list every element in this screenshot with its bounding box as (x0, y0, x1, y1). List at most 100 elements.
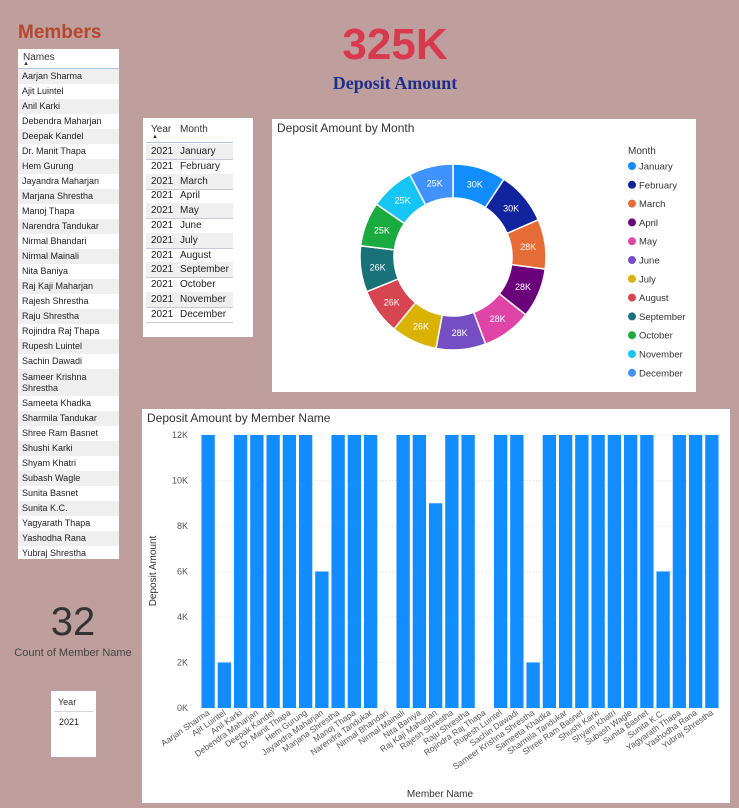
bar[interactable] (282, 435, 297, 708)
bar[interactable] (217, 662, 232, 709)
year-month-row[interactable]: 2021 July (146, 232, 233, 249)
legend-marker (628, 218, 636, 227)
bar[interactable] (412, 435, 427, 708)
legend-item-november[interactable]: November (639, 350, 683, 361)
bar[interactable] (363, 435, 378, 708)
legend-item-july[interactable]: July (639, 274, 656, 285)
bar[interactable] (542, 435, 557, 708)
member-row[interactable]: Deepak Kandel (18, 129, 119, 144)
bar[interactable] (623, 435, 638, 708)
member-row[interactable]: Sachin Dawadi (18, 354, 119, 369)
sort-ascending-icon[interactable]: ▲ (152, 134, 158, 140)
bar[interactable] (493, 435, 508, 708)
bar[interactable] (298, 435, 313, 708)
member-row[interactable]: Rupesh Luintel (18, 339, 119, 354)
year-month-row[interactable]: 2021 September (146, 262, 233, 279)
bar[interactable] (656, 571, 670, 709)
year-month-row[interactable]: 2021 April (146, 188, 233, 205)
legend-item-february[interactable]: February (639, 180, 677, 191)
member-row[interactable]: Subash Wagle (18, 471, 119, 486)
member-row[interactable]: Sameeta Khadka (18, 396, 119, 411)
member-row[interactable]: Ajit Luintel (18, 84, 119, 99)
legend-item-august[interactable]: August (639, 293, 669, 304)
bar[interactable] (705, 435, 719, 708)
bar[interactable] (347, 435, 362, 708)
member-row[interactable]: Sunita Basnet (18, 486, 119, 501)
legend-item-april[interactable]: April (639, 218, 658, 229)
member-row[interactable]: Marjana Shrestha (18, 189, 119, 204)
member-row[interactable]: Shushi Karki (18, 441, 119, 456)
member-row[interactable]: Yashodha Rana (18, 531, 119, 546)
bar[interactable] (510, 435, 524, 708)
member-row[interactable]: Yubraj Shrestha (18, 546, 119, 561)
member-row[interactable]: Rajesh Shrestha (18, 294, 119, 309)
legend-item-may[interactable]: May (639, 237, 657, 248)
legend-item-march[interactable]: March (639, 199, 665, 210)
bar[interactable] (250, 435, 264, 708)
bar[interactable] (640, 435, 654, 708)
year-month-row[interactable]: 2021 February (146, 159, 233, 175)
year-month-row[interactable]: 2021 June (146, 218, 233, 234)
slice-data-label: 28K (515, 282, 531, 292)
bar[interactable] (461, 435, 475, 708)
legend-item-january[interactable]: January (639, 162, 673, 173)
member-row[interactable]: Sameer Krishna Shrestha (18, 369, 119, 396)
year-month-row[interactable]: 2021 January (146, 144, 233, 160)
member-row[interactable]: Sharmila Tandukar (18, 411, 119, 426)
legend-marker (628, 312, 636, 321)
bar[interactable] (396, 435, 410, 708)
sort-ascending-icon[interactable]: ▲ (23, 61, 29, 67)
bar[interactable] (688, 435, 703, 708)
names-column-header[interactable]: Names ▲ (18, 49, 119, 69)
member-row[interactable]: Dr. Manit Thapa (18, 144, 119, 159)
member-row[interactable]: Jayandra Maharjan (18, 174, 119, 189)
bar[interactable] (558, 435, 573, 708)
member-row[interactable]: Hem Gurung (18, 159, 119, 174)
bar[interactable] (445, 435, 459, 708)
bar[interactable] (672, 435, 687, 708)
bar[interactable] (266, 435, 280, 708)
bar[interactable] (526, 662, 540, 709)
member-row[interactable]: Narendra Tandukar (18, 219, 119, 234)
member-count-value: 32 (50, 600, 96, 644)
member-row[interactable]: Sunita K.C. (18, 501, 119, 516)
members-title: Members (18, 22, 102, 43)
member-row[interactable]: Nita Baniya (18, 264, 119, 279)
bar[interactable] (201, 435, 215, 708)
legend-marker (628, 293, 636, 302)
member-row[interactable]: Shree Ram Basnet (18, 426, 119, 441)
year-month-row[interactable]: 2021 December (146, 307, 233, 323)
year-slicer-option[interactable]: 2021 (59, 717, 79, 727)
member-row[interactable]: Debendra Maharjan (18, 114, 119, 129)
legend-item-june[interactable]: June (639, 256, 660, 267)
member-row[interactable]: Manoj Thapa (18, 204, 119, 219)
bar[interactable] (315, 571, 329, 709)
donut-chart-card: Deposit Amount by Month 30K 30K 28K 28K 28K 2… (272, 119, 696, 392)
member-row[interactable]: Aarjan Sharma (18, 69, 119, 84)
legend-item-september[interactable]: September (639, 312, 685, 323)
year-month-row[interactable]: 2021 March (146, 173, 233, 190)
year-cell: 2021 (151, 160, 174, 172)
member-row[interactable]: Raju Shrestha (18, 309, 119, 324)
member-row[interactable]: Yagyarath Thapa (18, 516, 119, 531)
member-row[interactable]: Anil Karki (18, 99, 119, 114)
bar[interactable] (233, 435, 248, 708)
legend-item-december[interactable]: December (639, 368, 683, 379)
bar[interactable] (591, 435, 605, 708)
year-month-row[interactable]: 2021 August (146, 248, 233, 264)
bar[interactable] (428, 503, 443, 708)
bar[interactable] (331, 435, 345, 708)
month-column-header[interactable]: Month (180, 124, 208, 135)
member-row[interactable]: Nirmal Mainali (18, 249, 119, 264)
legend-marker (628, 350, 636, 358)
member-row[interactable]: Nirmal Bhandari (18, 234, 119, 249)
member-row[interactable]: Raj Kaji Maharjan (18, 279, 119, 294)
member-row[interactable]: Rojindra Raj Thapa (18, 324, 119, 339)
year-month-row[interactable]: 2021 May (146, 203, 233, 220)
year-month-row[interactable]: 2021 October (146, 277, 233, 294)
bar[interactable] (607, 435, 622, 708)
bar[interactable] (575, 435, 589, 708)
legend-item-october[interactable]: October (639, 331, 673, 342)
member-row[interactable]: Shyam Khatri (18, 456, 119, 471)
year-month-row[interactable]: 2021 November (146, 292, 233, 308)
